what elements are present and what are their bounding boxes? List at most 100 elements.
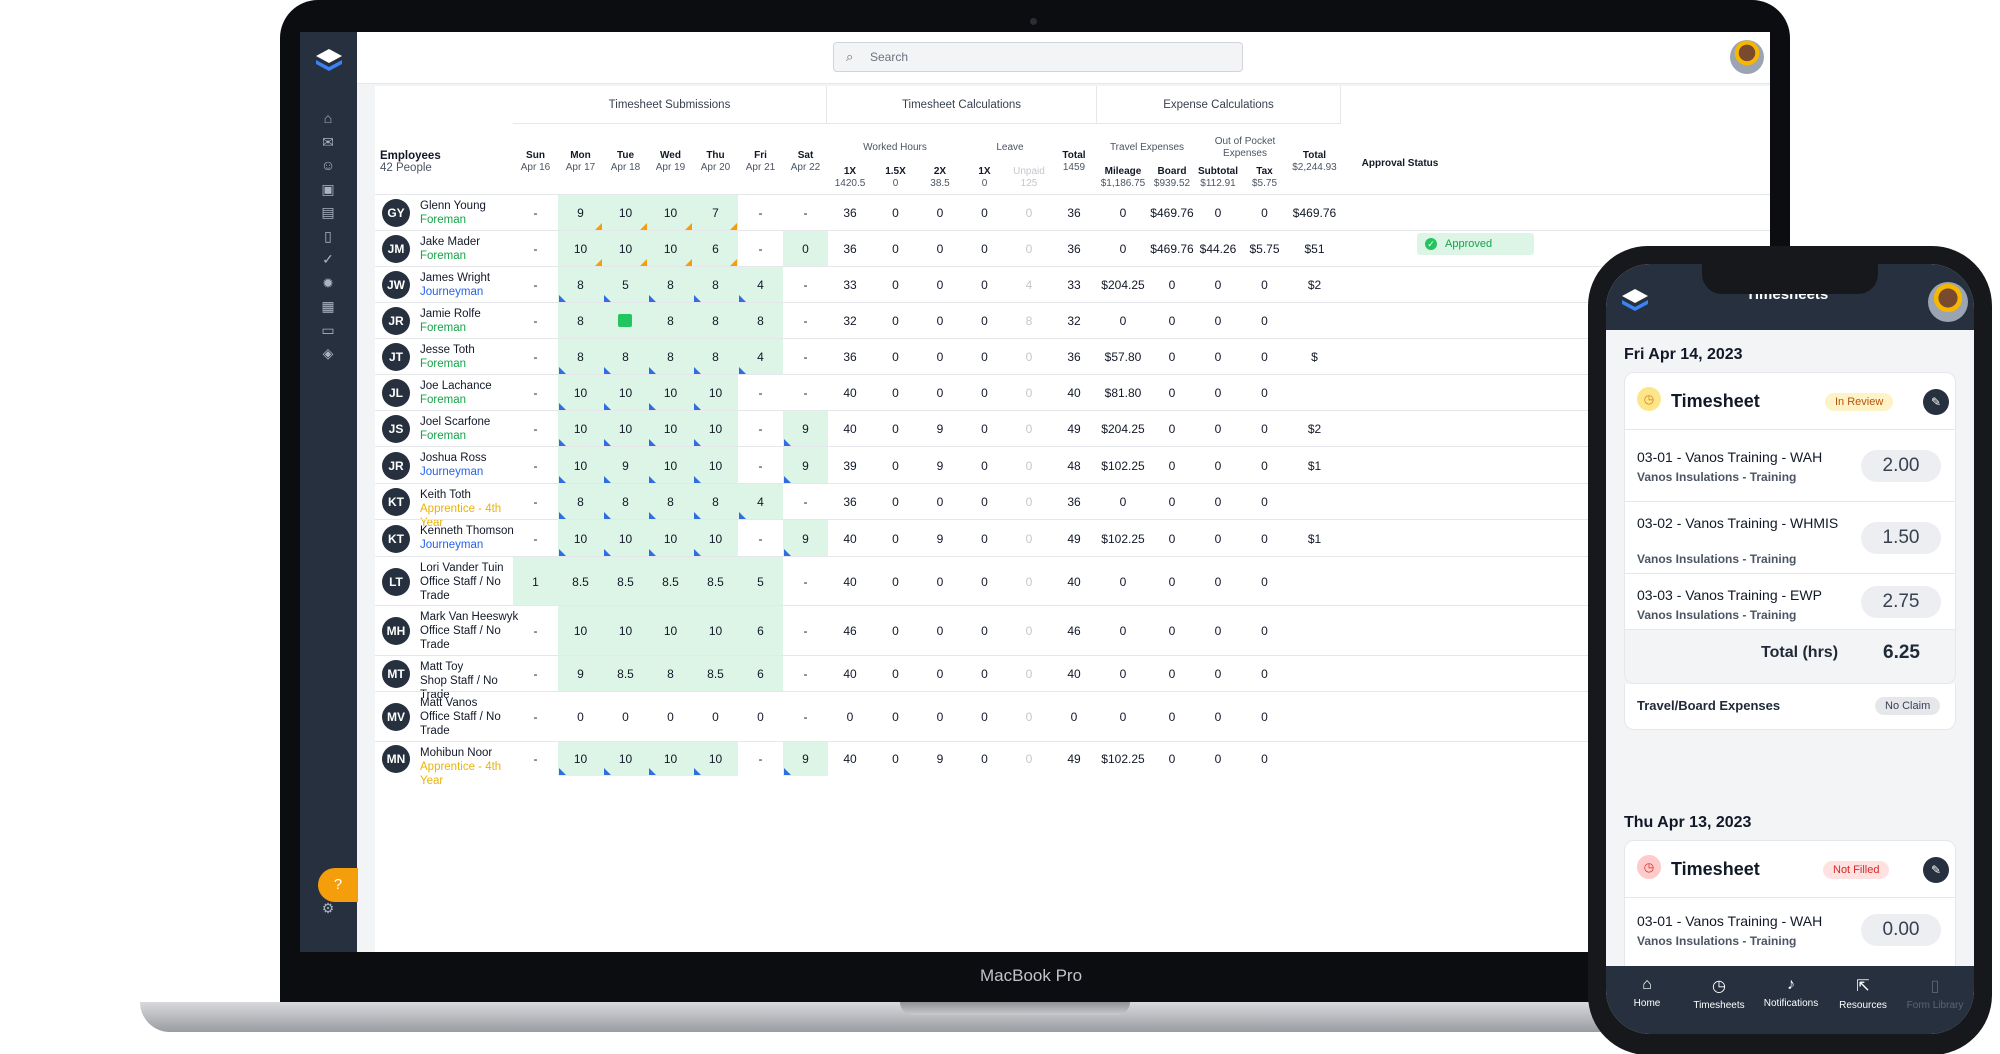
day-hours[interactable]: - [783,667,828,681]
cube-icon[interactable]: ◈ [318,343,338,363]
table-row[interactable]: KT Kenneth Thomson Journeyman -10 10 10 10-9 40… [375,519,1770,557]
list-item[interactable]: 03-01 - Vanos Training - WAH Vanos Insul… [1625,429,1955,501]
user-icon[interactable]: ☺ [318,155,338,175]
day-hours[interactable]: 10 [603,532,648,546]
day-hours[interactable]: - [513,422,558,436]
day-hours[interactable]: 4 [738,350,783,364]
day-hours[interactable]: 8.5 [603,667,648,681]
day-hours[interactable]: - [513,667,558,681]
day-hours[interactable]: 9 [558,667,603,681]
day-hours[interactable]: 8.5 [693,575,738,589]
day-hours[interactable]: 8 [603,495,648,509]
expenses-row[interactable]: Travel/Board Expenses No Claim [1624,684,1956,730]
day-hours[interactable]: - [783,278,828,292]
day-hours[interactable]: 8 [558,350,603,364]
day-hours[interactable]: 9 [603,459,648,473]
briefcase-icon[interactable]: ▣ [318,179,338,199]
day-hours[interactable]: 10 [558,459,603,473]
day-hours[interactable]: 10 [648,386,693,400]
table-row[interactable]: JR Jamie Rolfe Foreman -8 8 8 8-32 0 0 0 8 32 0 0 0 0 [375,302,1770,339]
day-hours[interactable]: 8.5 [693,667,738,681]
day-hours[interactable]: - [513,459,558,473]
approved-badge[interactable]: ✓ Approved [1417,233,1534,255]
day-hours[interactable]: 6 [738,667,783,681]
day-hours[interactable]: 10 [603,624,648,638]
day-hours[interactable]: 8 [648,314,693,328]
nav-form-library[interactable]: ▯ Form Library [1900,976,1970,1011]
day-hours[interactable]: - [738,532,783,546]
gear-icon[interactable]: ⚙ [318,898,338,918]
day-hours[interactable]: - [783,624,828,638]
day-hours[interactable]: 8.5 [648,575,693,589]
table-row[interactable]: JT Jesse Toth Foreman -8 8 8 8 4-36 0 0 0 0 36 $57.80… [375,338,1770,375]
day-hours[interactable]: 8 [693,495,738,509]
day-hours[interactable]: 0 [648,710,693,724]
day-hours[interactable]: 5 [738,575,783,589]
day-hours[interactable]: 10 [648,459,693,473]
day-hours[interactable]: - [783,206,828,220]
day-hours[interactable]: 8 [693,278,738,292]
day-hours[interactable]: 10 [603,752,648,766]
day-hours[interactable]: 10 [558,532,603,546]
day-hours[interactable]: - [783,314,828,328]
day-hours[interactable]: 8 [693,350,738,364]
day-hours[interactable]: 8 [558,278,603,292]
day-hours[interactable]: 10 [558,422,603,436]
day-hours[interactable]: - [783,386,828,400]
day-hours[interactable]: 10 [558,752,603,766]
day-hours[interactable]: 10 [648,206,693,220]
table-row[interactable]: MT Matt Toy Shop Staff / No Trade -9 8.5 8 8.5… [375,655,1770,701]
table-row[interactable]: JM Jake Mader Foreman -10 10 10 6-0 36 0 0 0 0 36 0 $4… [375,230,1770,267]
list-item[interactable]: 03-03 - Vanos Training - EWP Vanos Insul… [1625,573,1955,629]
day-hours[interactable]: - [738,206,783,220]
day-hours[interactable]: 6 [693,242,738,256]
day-hours[interactable]: 8 [648,278,693,292]
user-avatar[interactable] [1928,282,1968,322]
app-logo[interactable] [314,46,344,76]
table-row[interactable]: JW James Wright Journeyman -8 5 8 8 4-33 0 0 0 4 33 $… [375,266,1770,303]
day-hours[interactable]: 8 [558,495,603,509]
table-row[interactable]: MN Mohibun Noor Apprentice - 4th Year -10 10… [375,741,1770,787]
day-hours[interactable]: 10 [693,532,738,546]
calendar-icon[interactable] [618,314,632,327]
day-hours[interactable]: - [783,350,828,364]
check-circle-icon[interactable]: ✓ [318,249,338,269]
day-hours[interactable]: 8 [738,314,783,328]
day-hours[interactable]: - [513,206,558,220]
day-hours[interactable]: - [738,422,783,436]
day-hours[interactable]: 8.5 [558,575,603,589]
day-hours[interactable]: 10 [693,386,738,400]
day-hours[interactable]: 9 [783,532,828,546]
day-hours[interactable]: 8 [648,495,693,509]
mail-icon[interactable]: ✉ [318,132,338,152]
credit-card-icon[interactable]: ▭ [318,320,338,340]
timesheet-card[interactable]: ◷ Timesheet Not Filled ✎ 03-01 - Vanos T… [1624,840,1956,980]
day-hours[interactable]: - [513,752,558,766]
day-hours[interactable]: 8 [603,350,648,364]
day-hours[interactable]: - [513,386,558,400]
user-avatar[interactable] [1730,40,1764,74]
day-hours[interactable]: 10 [648,532,693,546]
list-item[interactable]: 03-02 - Vanos Training - WHMIS Vanos Ins… [1625,501,1955,573]
day-hours[interactable]: 10 [558,386,603,400]
day-hours[interactable]: - [738,242,783,256]
folder-icon[interactable]: ▤ [318,202,338,222]
day-hours[interactable]: 0 [693,710,738,724]
day-hours[interactable]: 7 [693,206,738,220]
day-hours[interactable]: 9 [783,752,828,766]
day-hours[interactable]: 8 [558,314,603,328]
day-hours[interactable]: - [513,350,558,364]
day-hours[interactable]: 0 [558,710,603,724]
day-hours[interactable]: 10 [693,459,738,473]
table-row[interactable]: MH Mark Van Heeswyk Office Staff / No Trad… [375,605,1770,656]
day-hours[interactable]: - [513,495,558,509]
day-hours[interactable]: - [783,575,828,589]
day-hours[interactable]: - [513,532,558,546]
table-row[interactable]: GY Glenn Young Foreman -9 10 10 7- -36 0 0 0 0 36 0 $4… [375,194,1770,231]
day-hours[interactable]: - [513,278,558,292]
day-hours[interactable]: - [513,314,558,328]
day-hours[interactable]: 8 [648,667,693,681]
day-hours[interactable]: 10 [648,422,693,436]
day-hours[interactable]: 10 [558,624,603,638]
day-hours[interactable]: - [738,386,783,400]
